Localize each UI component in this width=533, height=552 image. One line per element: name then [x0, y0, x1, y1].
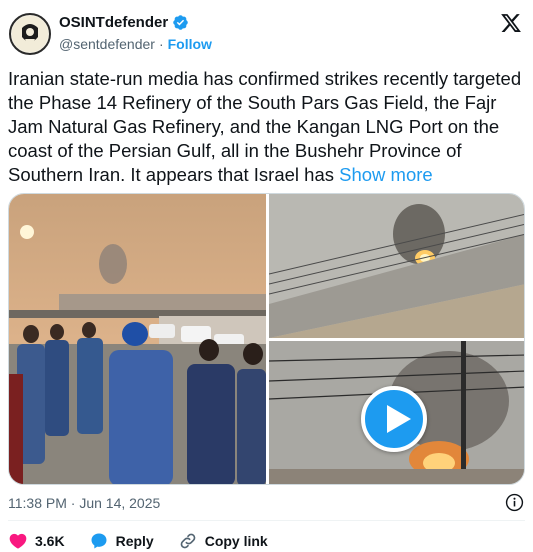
- show-more-link[interactable]: Show more: [339, 164, 433, 185]
- like-button[interactable]: 3.6K: [8, 531, 65, 551]
- heart-icon: [9, 533, 27, 549]
- info-icon[interactable]: [505, 493, 524, 512]
- follow-button[interactable]: Follow: [168, 36, 212, 52]
- like-count: 3.6K: [35, 533, 65, 549]
- reply-label: Reply: [115, 533, 154, 549]
- divider: [8, 520, 525, 521]
- reply-icon: [91, 533, 107, 549]
- link-icon: [180, 533, 196, 549]
- verified-badge-icon: [173, 15, 188, 30]
- copy-link-button[interactable]: Copy link: [178, 531, 268, 551]
- media-photo-fire-wall[interactable]: [269, 194, 524, 338]
- x-logo-icon[interactable]: [500, 12, 522, 34]
- action-bar: 3.6K Reply Copy link: [8, 530, 292, 552]
- reply-button[interactable]: Reply: [89, 531, 154, 551]
- timestamp[interactable]: 11:38 PM · Jun 14, 2025: [8, 495, 160, 511]
- display-name[interactable]: OSINTdefender: [59, 14, 168, 31]
- play-icon[interactable]: [361, 386, 427, 452]
- media-photo-crowd[interactable]: [9, 194, 266, 484]
- tweet-card: OSINTdefender @sentdefender · Follow Ira…: [0, 0, 533, 552]
- media-grid: [8, 193, 525, 485]
- copy-link-label: Copy link: [204, 533, 268, 549]
- tweet-body: Iranian state-run media has confirmed st…: [8, 68, 522, 185]
- avatar[interactable]: [9, 13, 51, 55]
- tweet-header: OSINTdefender @sentdefender · Follow: [9, 10, 524, 58]
- handle[interactable]: @sentdefender: [59, 36, 155, 52]
- separator-dot: ·: [158, 36, 164, 52]
- tweet-text: Iranian state-run media has confirmed st…: [8, 67, 525, 187]
